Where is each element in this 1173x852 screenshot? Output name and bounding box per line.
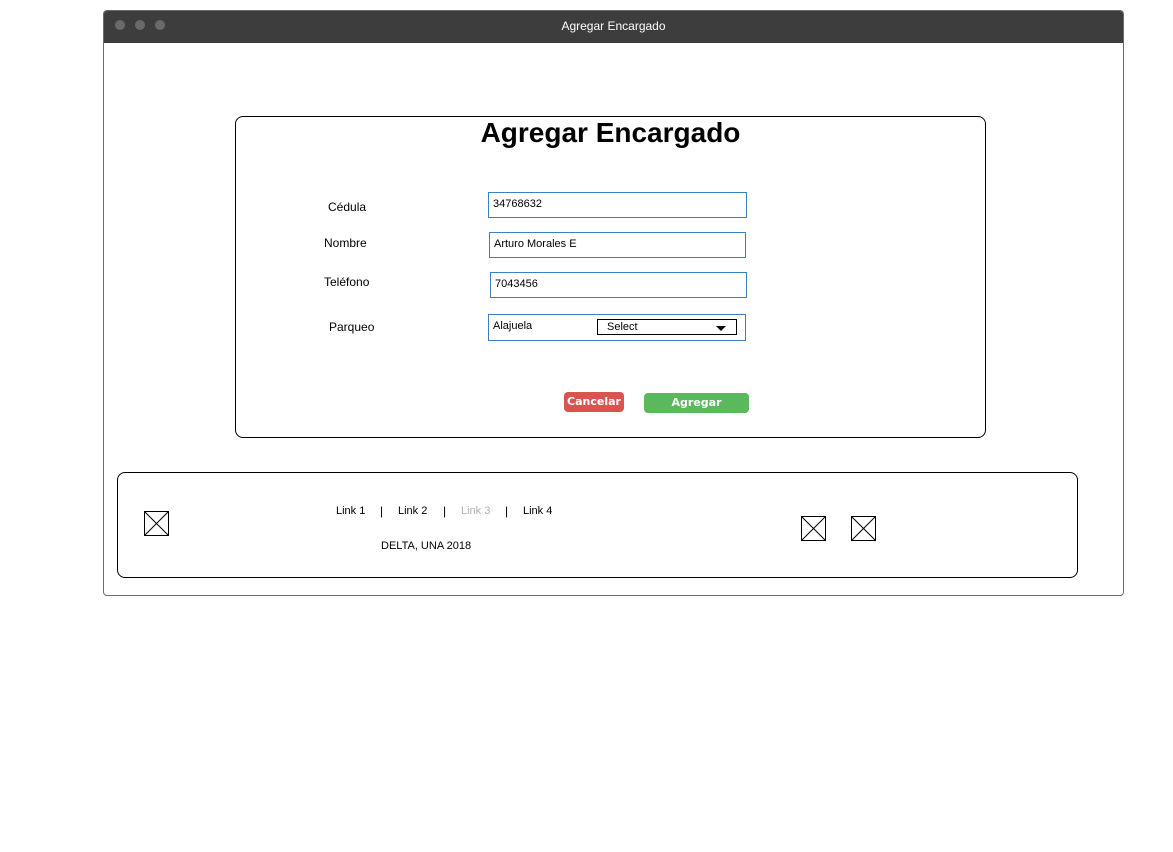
logo-image-placeholder-icon — [144, 511, 169, 536]
telefono-field[interactable]: 7043456 — [490, 272, 747, 298]
form-card: Agregar Encargado Cédula 34768632 Nombre… — [235, 116, 986, 438]
window-title: Agregar Encargado — [561, 19, 666, 33]
copyright-text: DELTA, UNA 2018 — [381, 540, 472, 552]
footer-separator: | — [443, 504, 447, 518]
footer-separator: | — [505, 504, 509, 518]
footer-link-3: Link 3 — [461, 505, 491, 517]
parqueo-label: Parqueo — [329, 320, 375, 334]
chevron-down-icon — [716, 326, 726, 331]
footer-link-2[interactable]: Link 2 — [398, 505, 427, 517]
cedula-field[interactable]: 34768632 — [488, 192, 747, 218]
parqueo-select-label: Select — [607, 321, 638, 333]
parqueo-select[interactable]: Select — [597, 319, 737, 335]
footer-link-4[interactable]: Link 4 — [523, 505, 552, 517]
telefono-label: Teléfono — [324, 275, 370, 289]
parqueo-value: Alajuela — [493, 320, 533, 332]
page-title: Agregar Encargado — [480, 117, 741, 148]
social-image-placeholder-icon[interactable] — [851, 516, 876, 541]
footer-separator: | — [380, 504, 384, 518]
title-bar: Agregar Encargado — [104, 11, 1123, 43]
cancel-button[interactable]: Cancelar — [564, 392, 624, 412]
parqueo-field: Alajuela Select — [488, 314, 746, 341]
add-button[interactable]: Agregar — [644, 393, 749, 413]
app-window: Agregar Encargado Agregar Encargado Cédu… — [103, 10, 1124, 596]
cedula-label: Cédula — [328, 200, 367, 214]
nombre-label: Nombre — [324, 236, 367, 250]
footer: Link 1 | Link 2 | Link 3 | Link 4 DELTA,… — [117, 472, 1078, 578]
nombre-field[interactable]: Arturo Morales E — [489, 232, 746, 258]
social-image-placeholder-icon[interactable] — [801, 516, 826, 541]
footer-link-1[interactable]: Link 1 — [336, 505, 365, 517]
